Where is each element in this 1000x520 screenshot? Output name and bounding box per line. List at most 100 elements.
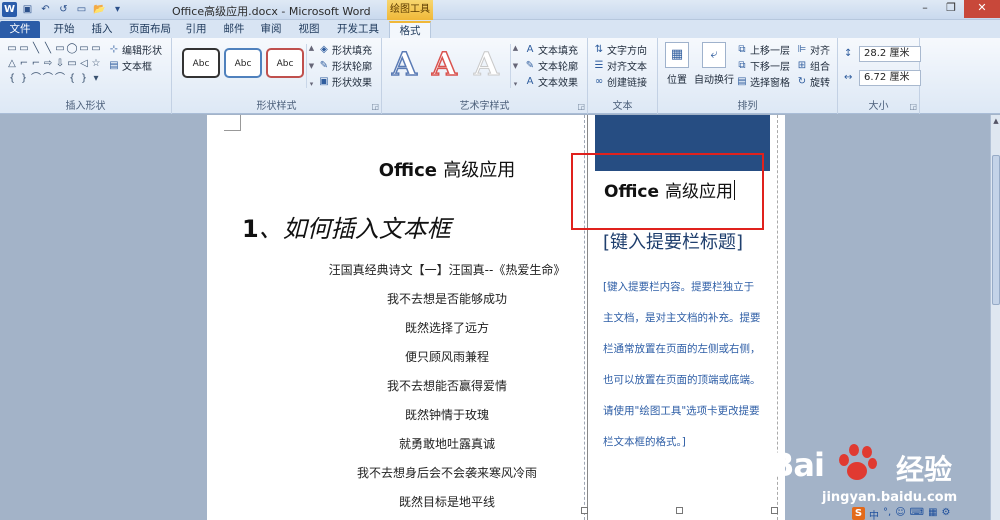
baidu-jingyan-watermark: Bai 经验 jingyan.baidu.com — [770, 440, 985, 510]
shape-glyph[interactable]: } — [78, 73, 90, 85]
tab-mailings[interactable]: 邮件 — [218, 21, 250, 38]
window-controls: – ❐ ✕ — [912, 0, 1000, 18]
tab-page-layout[interactable]: 页面布局 — [122, 21, 178, 38]
shape-glyph[interactable]: ▾ — [90, 73, 102, 85]
shape-fill-button[interactable]: ◈ 形状填充 — [318, 42, 372, 58]
shape-style-gallery-scroll[interactable]: ▲ ▼ ▾ — [306, 44, 316, 88]
tab-review[interactable]: 审阅 — [255, 21, 287, 38]
punctuation-icon[interactable]: °, — [883, 507, 891, 520]
shape-glyph[interactable]: ▭ — [54, 43, 66, 55]
shape-glyph[interactable]: ╲ — [42, 43, 54, 55]
tab-insert[interactable]: 插入 — [84, 21, 120, 38]
document-title-latin: Office — [378, 160, 437, 181]
skin-icon[interactable]: ▦ — [928, 507, 937, 520]
tab-view[interactable]: 视图 — [293, 21, 325, 38]
dialog-launcher-icon[interactable]: ◲ — [577, 102, 585, 111]
group-label-insert-shapes: 插入形状 — [65, 101, 106, 112]
shape-style-2[interactable]: Abc — [224, 48, 262, 78]
shape-effects-button[interactable]: ▣ 形状效果 — [318, 74, 372, 90]
shape-glyph[interactable]: ⌐ — [30, 58, 42, 70]
create-link-button[interactable]: ∞ 创建链接 — [593, 74, 647, 90]
shape-width-input[interactable]: 6.72 厘米 — [859, 70, 921, 86]
chinese-mode-icon[interactable]: 中 — [869, 507, 879, 520]
shape-glyph[interactable]: ◁ — [78, 58, 90, 70]
wordart-gallery-scroll[interactable]: ▲ ▼ ▾ — [510, 44, 520, 88]
bring-forward-button[interactable]: ⧉ 上移一层 — [736, 42, 790, 58]
redo-icon[interactable]: ↺ — [56, 2, 71, 17]
word-app-icon[interactable]: W — [2, 2, 17, 17]
align-text-button[interactable]: ☰ 对齐文本 — [593, 58, 647, 74]
position-button[interactable]: ▦ 位置 — [662, 42, 692, 86]
shape-glyph[interactable]: ╲ — [30, 43, 42, 55]
shape-glyph[interactable]: } — [18, 73, 30, 85]
emoji-icon[interactable]: ☺ — [895, 507, 905, 520]
wordart-style-3[interactable]: A — [474, 44, 500, 84]
shape-glyph[interactable]: ⇨ — [42, 58, 54, 70]
scroll-up-icon[interactable]: ▲ — [991, 117, 1000, 125]
text-effects-button[interactable]: A 文本效果 — [524, 74, 578, 90]
shape-glyph[interactable]: ⌒ — [30, 73, 42, 85]
tab-references[interactable]: 引用 — [180, 21, 212, 38]
shape-outline-button[interactable]: ✎ 形状轮廓 — [318, 58, 372, 74]
align-button[interactable]: ⊫ 对齐 — [796, 42, 830, 58]
sidebar-body[interactable]: [键入提要栏内容。提要栏独立于 主文档，是对主文档的补充。提要 栏通常放置在页面… — [603, 279, 769, 465]
wrap-text-button[interactable]: ⤶ 自动换行 — [694, 42, 734, 86]
text-box-button[interactable]: ▤ 文本框 — [108, 58, 152, 74]
poem-body[interactable]: 汪国真经典诗文【一】汪国真--《热爱生命》 我不去想是否能够成功 既然选择了远方… — [267, 256, 627, 517]
dialog-launcher-icon[interactable]: ◲ — [371, 102, 379, 111]
minimize-button[interactable]: – — [912, 0, 938, 18]
undo-icon[interactable]: ↶ — [38, 2, 53, 17]
send-backward-button[interactable]: ⧉ 下移一层 — [736, 58, 790, 74]
sogou-ime-icon[interactable]: S — [852, 507, 865, 520]
new-document-icon[interactable]: ▭ — [74, 2, 89, 17]
save-icon[interactable]: ▣ — [20, 2, 35, 17]
shape-glyph[interactable]: ☆ — [90, 58, 102, 70]
tab-home[interactable]: 开始 — [44, 21, 84, 38]
tab-format[interactable]: 格式 — [389, 21, 431, 38]
shape-glyph[interactable]: ▭ — [6, 43, 18, 55]
resize-handle[interactable] — [581, 507, 588, 514]
shape-height-input[interactable]: 28.2 厘米 — [859, 46, 921, 62]
shape-glyph[interactable]: ⌒ — [42, 73, 54, 85]
close-button[interactable]: ✕ — [964, 0, 1000, 18]
restore-button[interactable]: ❐ — [938, 0, 964, 18]
tab-developer[interactable]: 开发工具 — [330, 21, 386, 38]
text-fill-button[interactable]: A 文本填充 — [524, 42, 578, 58]
selection-pane-button[interactable]: ▤ 选择窗格 — [736, 74, 790, 90]
shape-glyph[interactable]: ◯ — [66, 43, 78, 55]
shape-glyph[interactable]: ⇩ — [54, 58, 66, 70]
resize-handle[interactable] — [676, 507, 683, 514]
dialog-launcher-icon[interactable]: ◲ — [909, 102, 917, 111]
text-box-icon: ▤ — [109, 59, 119, 71]
wordart-style-1[interactable]: A — [391, 44, 417, 84]
rotate-button[interactable]: ↻ 旋转 — [796, 74, 830, 90]
group-label: 组合 — [810, 62, 830, 73]
text-fill-label: 文本填充 — [538, 46, 578, 57]
shape-glyph[interactable]: ▭ — [78, 43, 90, 55]
text-outline-button[interactable]: ✎ 文本轮廓 — [524, 58, 578, 74]
shape-glyph[interactable]: { — [6, 73, 18, 85]
shape-style-1[interactable]: Abc — [182, 48, 220, 78]
shape-glyph[interactable]: ⌒ — [54, 73, 66, 85]
shape-style-3[interactable]: Abc — [266, 48, 304, 78]
tab-file[interactable]: 文件 — [0, 21, 40, 38]
customize-qat-icon[interactable]: ▾ — [110, 2, 125, 17]
shape-glyph[interactable]: { — [66, 73, 78, 85]
edit-shape-button[interactable]: ⊹ 编辑形状 — [108, 42, 162, 58]
sidebar-heading[interactable]: [键入提要栏标题] — [603, 228, 743, 254]
scroll-thumb[interactable] — [992, 155, 1000, 305]
text-direction-button[interactable]: ⇅ 文字方向 — [593, 42, 647, 58]
shapes-gallery[interactable]: ▭ ▭ ╲ ╲ ▭ ◯ ▭ ▭ △ ⌐ ⌐ ⇨ ⇩ ▭ ◁ ☆ { } ⌒ ⌒ … — [6, 43, 104, 85]
shape-glyph[interactable]: ▭ — [90, 43, 102, 55]
shape-glyph[interactable]: ▭ — [18, 43, 30, 55]
heading-1[interactable]: 1、如何插入文本框 — [242, 209, 451, 244]
shape-glyph[interactable]: △ — [6, 58, 18, 70]
shape-glyph[interactable]: ⌐ — [18, 58, 30, 70]
settings-icon[interactable]: ⚙ — [942, 507, 951, 520]
shape-glyph[interactable]: ▭ — [66, 58, 78, 70]
vertical-scrollbar[interactable]: ▲ — [990, 115, 1000, 520]
group-button[interactable]: ⊞ 组合 — [796, 58, 830, 74]
open-folder-icon[interactable]: 📂 — [92, 2, 107, 17]
keyboard-icon[interactable]: ⌨ — [910, 507, 924, 520]
wordart-style-2[interactable]: A — [431, 44, 457, 84]
